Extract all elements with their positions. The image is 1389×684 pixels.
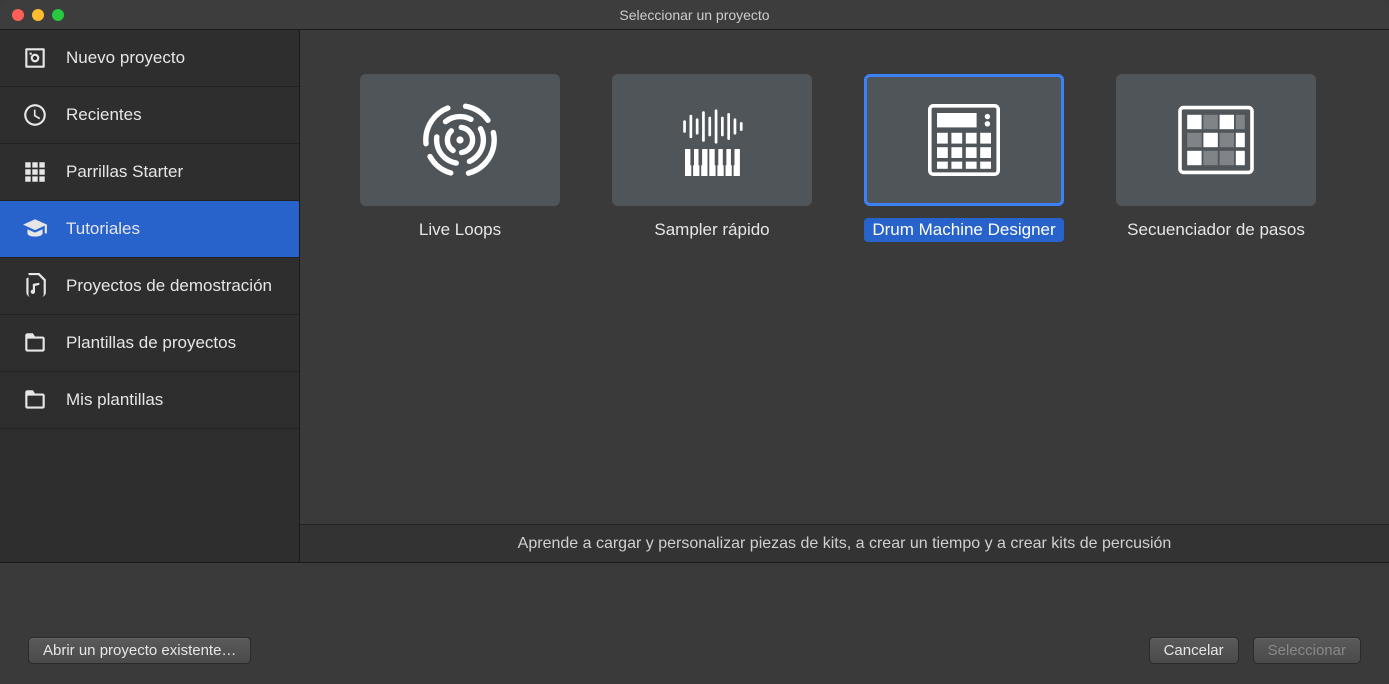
template-label: Sampler rápido <box>646 218 777 242</box>
sidebar-item-label: Tutoriales <box>66 219 140 239</box>
live-loops-thumb <box>360 74 560 206</box>
drum-machine-icon <box>919 95 1009 185</box>
template-label: Secuenciador de pasos <box>1119 218 1313 242</box>
open-existing-project-button[interactable]: Abrir un proyecto existente… <box>28 637 251 664</box>
minimize-window-button[interactable] <box>32 9 44 21</box>
cancel-button[interactable]: Cancelar <box>1149 637 1239 664</box>
close-window-button[interactable] <box>12 9 24 21</box>
drum-machine-thumb <box>864 74 1064 206</box>
quick-sampler-thumb <box>612 74 812 206</box>
live-loops-icon <box>415 95 505 185</box>
sidebar-item-demo-projects[interactable]: Proyectos de demostración <box>0 258 299 315</box>
clock-icon <box>22 102 48 128</box>
sidebar-item-label: Mis plantillas <box>66 390 163 410</box>
footer: Abrir un proyecto existente… Cancelar Se… <box>0 562 1389 684</box>
folder-icon <box>22 330 48 356</box>
window-controls <box>0 9 64 21</box>
sidebar-item-project-templates[interactable]: Plantillas de proyectos <box>0 315 299 372</box>
sidebar-item-label: Plantillas de proyectos <box>66 333 236 353</box>
window-title: Seleccionar un proyecto <box>619 7 769 23</box>
music-doc-icon <box>22 273 48 299</box>
titlebar: Seleccionar un proyecto <box>0 0 1389 30</box>
sidebar-item-tutorials[interactable]: Tutoriales <box>0 201 299 258</box>
sidebar-item-label: Nuevo proyecto <box>66 48 185 68</box>
main-panel: Live Loops <box>300 30 1389 562</box>
step-sequencer-icon <box>1171 95 1261 185</box>
sidebar-item-new-project[interactable]: Nuevo proyecto <box>0 30 299 87</box>
folder-icon <box>22 387 48 413</box>
template-quick-sampler[interactable]: Sampler rápido <box>612 74 812 242</box>
template-live-loops[interactable]: Live Loops <box>360 74 560 242</box>
sidebar: Nuevo proyecto Recientes Parrillas Start… <box>0 30 300 562</box>
project-chooser-window: Seleccionar un proyecto Nuevo proyecto R… <box>0 0 1389 684</box>
sidebar-item-label: Recientes <box>66 105 142 125</box>
graduation-cap-icon <box>22 216 48 242</box>
step-sequencer-thumb <box>1116 74 1316 206</box>
select-button[interactable]: Seleccionar <box>1253 637 1361 664</box>
sidebar-item-label: Proyectos de demostración <box>66 276 272 296</box>
template-description: Aprende a cargar y personalizar piezas d… <box>300 524 1389 562</box>
window-body: Nuevo proyecto Recientes Parrillas Start… <box>0 30 1389 562</box>
template-drum-machine-designer[interactable]: Drum Machine Designer <box>864 74 1064 242</box>
sidebar-item-recents[interactable]: Recientes <box>0 87 299 144</box>
sidebar-item-starter-grids[interactable]: Parrillas Starter <box>0 144 299 201</box>
zoom-window-button[interactable] <box>52 9 64 21</box>
sampler-icon <box>667 95 757 185</box>
sidebar-item-my-templates[interactable]: Mis plantillas <box>0 372 299 429</box>
hdd-icon <box>22 45 48 71</box>
sidebar-item-label: Parrillas Starter <box>66 162 183 182</box>
template-label: Drum Machine Designer <box>864 218 1063 242</box>
template-label: Live Loops <box>411 218 509 242</box>
template-grid: Live Loops <box>300 30 1389 524</box>
grid-icon <box>22 159 48 185</box>
footer-right: Cancelar Seleccionar <box>1149 637 1361 664</box>
template-step-sequencer[interactable]: Secuenciador de pasos <box>1116 74 1316 242</box>
